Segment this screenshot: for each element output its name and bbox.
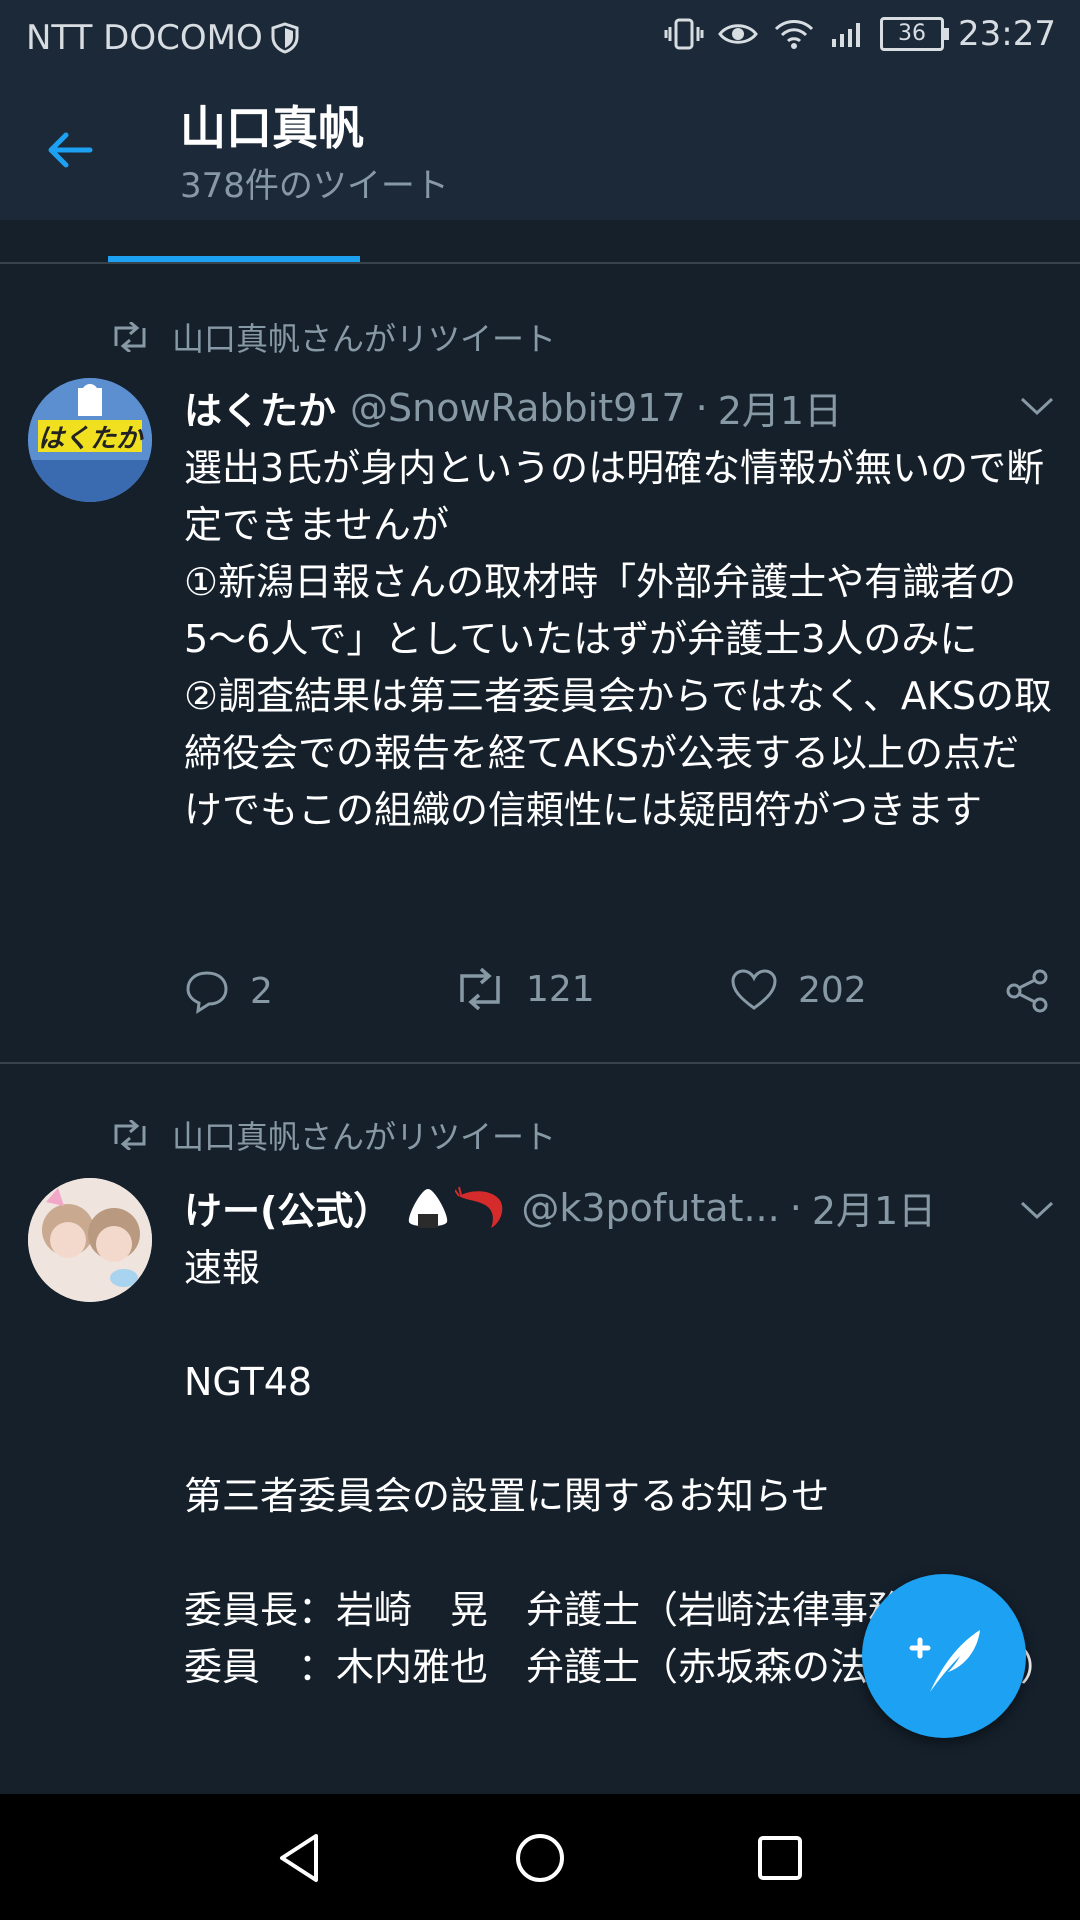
tweet-actions: 2 121 202 — [184, 968, 1054, 1028]
tweet-count: 378件のツイート — [180, 166, 449, 206]
retweet-label: 山口真帆さんがリツイート — [172, 1118, 557, 1156]
tweet-header: はくたか @SnowRabbit917 · 2月1日 — [184, 380, 1056, 435]
chevron-down-icon[interactable] — [1020, 396, 1054, 416]
avatar[interactable] — [28, 1178, 152, 1302]
signal-icon — [832, 23, 861, 47]
like-button[interactable]: 202 — [730, 968, 867, 1012]
carrier-group: NTT DOCOMO — [26, 18, 299, 58]
chevron-down-icon[interactable] — [1020, 1200, 1054, 1220]
back-arrow-icon[interactable] — [40, 120, 100, 180]
system-navigation-bar — [0, 1794, 1080, 1920]
tweet-card[interactable]: 山口真帆さんがリツイート はくたか はくたか @SnowRabbit917 · … — [0, 264, 1080, 1062]
wifi-icon — [774, 20, 814, 49]
retweet-icon — [114, 1120, 146, 1150]
display-name[interactable]: けー(公式） — [184, 1180, 391, 1235]
tweet-date: 2月1日 — [717, 389, 843, 433]
tweet-separator: · — [695, 385, 708, 430]
tweet-header: けー(公式） @k3pofutat... · 2月1日 — [184, 1180, 1056, 1235]
shield-icon — [271, 22, 299, 54]
retweet-count: 121 — [526, 968, 595, 1010]
compose-feather-icon — [909, 1630, 980, 1692]
retweet-icon — [114, 322, 146, 352]
like-count: 202 — [798, 969, 867, 1011]
retweet-button[interactable]: 121 — [454, 968, 595, 1010]
page-title: 山口真帆 — [180, 101, 364, 155]
user-handle[interactable]: @SnowRabbit917 — [350, 386, 686, 430]
status-bar: NTT DOCOMO 36 23:27 — [0, 0, 1080, 76]
retweet-context: 山口真帆さんがリツイート — [110, 314, 556, 360]
clock: 23:27 — [958, 14, 1056, 54]
tweet-text: 選出3氏が身内というのは明確な情報が無いので断定できませんが ①新潟日報さんの取… — [184, 446, 1052, 832]
display-name[interactable]: はくたか — [184, 380, 336, 435]
battery-icon: 36 — [880, 17, 950, 51]
onigiri-icon — [409, 1188, 448, 1228]
avatar-image — [28, 1178, 152, 1302]
tweet-date: 2月1日 — [811, 1189, 937, 1233]
profile-header: 山口真帆 378件のツイート — [0, 76, 1080, 220]
carrier-name: NTT DOCOMO — [26, 18, 263, 58]
compose-tweet-button[interactable] — [862, 1574, 1026, 1738]
reply-button[interactable]: 2 — [184, 968, 273, 1014]
vibrate-icon — [664, 18, 704, 50]
retweet-context: 山口真帆さんがリツイート — [110, 1112, 556, 1158]
home-circle-icon[interactable] — [510, 1828, 570, 1888]
active-tab-indicator — [108, 256, 360, 262]
shrimp-icon — [455, 1186, 503, 1228]
avatar-text: はくたか — [37, 424, 142, 454]
back-triangle-icon[interactable] — [270, 1828, 330, 1888]
user-handle[interactable]: @k3pofutat... — [521, 1186, 779, 1230]
tab-bar — [0, 220, 1080, 264]
share-icon — [1006, 969, 1048, 1013]
avatar[interactable]: はくたか — [28, 378, 152, 502]
reply-icon — [186, 971, 228, 1014]
tweet-separator: · — [789, 1185, 802, 1230]
heart-icon — [731, 969, 777, 1010]
status-icons: 36 23:27 — [664, 14, 1056, 54]
retweet-label: 山口真帆さんがリツイート — [172, 320, 557, 358]
reply-count: 2 — [250, 970, 273, 1012]
eye-icon — [718, 24, 758, 44]
recents-square-icon[interactable] — [750, 1828, 810, 1888]
retweet-icon — [460, 968, 500, 1010]
share-button[interactable] — [1004, 968, 1050, 1014]
